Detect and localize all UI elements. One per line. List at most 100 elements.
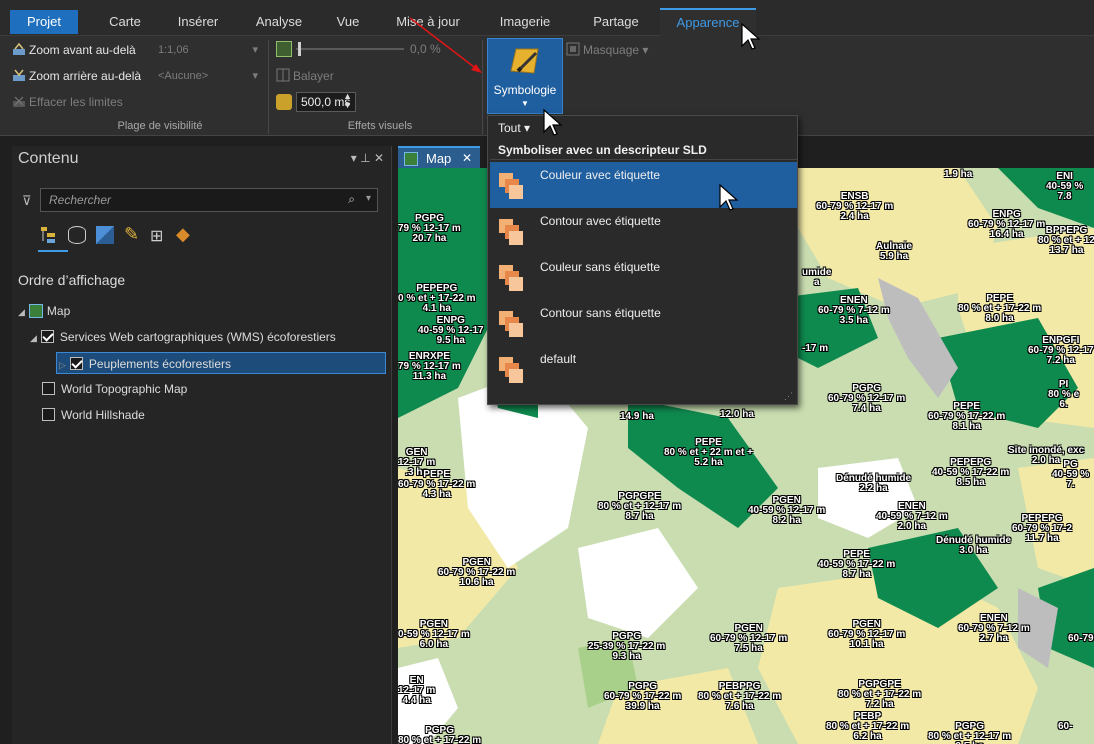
map-polygon-label: ENEN 40-59 % 7-12 m 2.0 ha — [876, 501, 948, 532]
map-polygon-label: ENEN 60-79 % 7-12 m 2.7 ha — [958, 613, 1030, 644]
map-polygon-label: PGPGPE 80 % et + 12-17 m 8.7 ha — [598, 491, 682, 522]
map-polygon-label: Aulnaie 5.9 ha — [876, 241, 913, 262]
contents-header: Contenu ▾ ⊥ ✕ — [12, 146, 392, 172]
map-polygon-label: 14.9 ha — [620, 411, 654, 422]
map-polygon-label: PI 80 % e 6. — [1048, 379, 1080, 410]
drawing-order-icon[interactable] — [38, 224, 60, 246]
map-polygon-label: PGPGPE 80 % et + 17-22 m 7.2 ha — [838, 679, 922, 710]
map-polygon-label: PEPEPG 60-79 % 17-2 11.7 ha — [1012, 513, 1073, 544]
map-polygon-label: PGEN 40-59 % 12-17 m 8.2 ha — [748, 495, 826, 526]
expand-triangle-icon[interactable]: ▷ — [59, 360, 66, 370]
mouse-cursor-icon — [543, 108, 563, 136]
map-polygon-label: PGEN 60-79 % 12-17 m 10.1 ha — [828, 619, 906, 650]
search-input[interactable]: Rechercher ⌕ ▾ — [40, 188, 378, 212]
tree-peuplements-layer[interactable]: ▷ Peuplements écoforestiers — [56, 352, 386, 374]
symbology-dropdown: Tout ▾ Symboliser avec un descripteur SL… — [487, 115, 798, 405]
tree-topographic-layer[interactable]: World Topographic Map — [42, 378, 187, 400]
dropdown-item-label: Couleur avec étiquette — [540, 168, 661, 182]
map-polygon-label: PGPG 25-39 % 17-22 m 9.3 ha — [588, 631, 666, 662]
map-polygon-label: PEPEPG 0 % et + 17-22 m 4.1 ha — [398, 283, 476, 314]
map-polygon-label: PGPG 60-79 % 17-22 m 39.9 ha — [604, 681, 682, 712]
map-icon — [404, 152, 418, 166]
peuplements-checkbox[interactable] — [69, 357, 83, 370]
sld-style-icon — [499, 219, 523, 245]
dropdown-item-label: default — [540, 352, 577, 366]
pane-controls[interactable]: ▾ ⊥ ✕ — [351, 151, 384, 165]
contents-title: Contenu — [18, 150, 79, 167]
map-polygon-label: 12.0 ha — [720, 409, 754, 420]
dropdown-item-label: Contour sans étiquette — [540, 306, 661, 320]
drawing-order-heading: Ordre d’affichage — [18, 272, 126, 288]
map-polygon-label: PGPG 79 % 12-17 m 20.7 ha — [398, 213, 461, 244]
dropdown-item-color-with-label[interactable]: Couleur avec étiquette — [490, 162, 797, 208]
tree-map-label: Map — [46, 304, 71, 318]
mouse-cursor-icon — [741, 22, 761, 50]
map-polygon-label: ENPG 40-59 % 12-17 9.5 ha — [418, 315, 484, 346]
dropdown-item-color-without-label[interactable]: Couleur sans étiquette — [490, 254, 797, 300]
map-polygon-label: PEBPPG 80 % et + 17-22 m 7.6 ha — [698, 681, 782, 712]
sld-heading: Symboliser avec un descripteur SLD — [490, 140, 797, 160]
sld-style-icon — [499, 357, 523, 383]
map-icon — [28, 304, 43, 318]
collapse-triangle-icon[interactable]: ◢ — [18, 307, 25, 317]
map-polygon-label: PEPE 60-79 % 17-22 m 8.1 ha — [928, 401, 1006, 432]
dropdown-item-outline-with-label[interactable]: Contour avec étiquette — [490, 208, 797, 254]
resize-grip-icon[interactable]: ⋰ — [784, 391, 793, 402]
search-icon[interactable]: ⌕ — [348, 192, 355, 207]
map-polygon-label: 60-79 — [1068, 633, 1094, 644]
map-polygon-label: PG 40-59 % 7. — [1052, 459, 1090, 490]
topographic-checkbox[interactable] — [42, 382, 55, 395]
map-polygon-label: PEPE 60-79 % 17-22 m 4.3 ha — [398, 469, 476, 500]
map-polygon-label: PGEN 60-79 % 12-17 m 7.5 ha — [710, 623, 788, 654]
sld-style-icon — [499, 265, 523, 291]
filter-all-dropdown[interactable]: Tout ▾ — [498, 121, 530, 135]
map-polygon-label: Dénudé humide 3.0 ha — [936, 535, 1012, 556]
map-view-tab[interactable]: Map ✕ — [398, 146, 480, 168]
map-tab-label: Map — [426, 151, 452, 166]
data-source-icon[interactable] — [68, 226, 86, 244]
map-polygon-label: ENI 40-59 % 7.8 — [1046, 171, 1084, 202]
dropdown-item-label: Couleur sans étiquette — [540, 260, 661, 274]
map-polygon-label: ENPGFI 60-79 % 12-17 7.2 ha — [1028, 335, 1094, 366]
tree-peuplements-label: Peuplements écoforestiers — [88, 357, 231, 371]
hillshade-checkbox[interactable] — [42, 408, 55, 421]
editing-pencil-icon[interactable]: ✎ — [124, 224, 139, 245]
tree-wms-label: Services Web cartographiques (WMS) écofo… — [59, 330, 336, 344]
map-polygon-label: PEPE 40-59 % 17-22 m 8.7 ha — [818, 549, 896, 580]
collapse-triangle-icon[interactable]: ◢ — [30, 333, 37, 343]
search-placeholder: Rechercher — [49, 193, 112, 207]
map-polygon-label: 60- — [1058, 721, 1073, 732]
map-polygon-label: PEBP 80 % et + 17-22 m 6.2 ha — [826, 711, 910, 742]
dropdown-item-outline-without-label[interactable]: Contour sans étiquette — [490, 300, 797, 346]
sld-style-icon — [499, 173, 523, 199]
map-polygon-label: PEPE 80 % et + 17-22 m 8.0 ha — [958, 293, 1042, 324]
labeling-tag-icon[interactable]: ◆ — [176, 224, 190, 245]
selection-icon[interactable] — [96, 226, 114, 244]
map-polygon-label: ENEN 60-79 % 7-12 m 3.5 ha — [818, 295, 890, 326]
dropdown-item-default[interactable]: default — [490, 346, 797, 392]
map-polygon-label: EN 12-17 m 4.4 ha — [398, 675, 436, 706]
wms-layer-checkbox[interactable] — [40, 330, 54, 343]
map-polygon-label: Dénudé humide 2.2 ha — [836, 473, 912, 494]
tree-topographic-label: World Topographic Map — [61, 382, 188, 396]
map-polygon-label: ENRXPE 79 % 12-17 m 11.3 ha — [398, 351, 461, 382]
arcgis-pro-window: Projet Carte Insérer Analyse Vue Mise à … — [0, 0, 1094, 744]
dropdown-item-label: Contour avec étiquette — [540, 214, 661, 228]
map-polygon-label: ENSB 60-79 % 12-17 m 2.4 ha — [816, 191, 894, 222]
tree-wms-layer[interactable]: ◢ Services Web cartographiques (WMS) écof… — [30, 326, 336, 348]
map-polygon-label: PGEN 0-59 % 12-17 m 6.0 ha — [398, 619, 470, 650]
chevron-down-icon[interactable]: ▾ — [366, 193, 371, 204]
map-polygon-label: PGEN 60-79 % 17-22 m 10.6 ha — [438, 557, 516, 588]
filter-icon[interactable]: ⊽ — [22, 193, 32, 209]
map-polygon-label: 1.9 ha — [944, 169, 973, 180]
filter-all-label: Tout — [498, 121, 521, 135]
snapping-grid-icon[interactable]: ⊞ — [150, 226, 163, 246]
tree-hillshade-layer[interactable]: World Hillshade — [42, 404, 145, 426]
map-polygon-label: umide a — [802, 267, 832, 288]
tree-map-node[interactable]: ◢ Map — [18, 300, 70, 322]
mouse-cursor-icon — [719, 183, 739, 211]
map-polygon-label: ENPG 60-79 % 12-17 m 16.4 ha — [968, 209, 1046, 240]
map-polygon-label: BPPEPG 80 % et + 12 13.7 ha — [1038, 225, 1094, 256]
close-icon[interactable]: ✕ — [462, 151, 472, 165]
map-polygon-label: PEPE 80 % et + 22 m et + 5.2 ha — [664, 437, 753, 468]
